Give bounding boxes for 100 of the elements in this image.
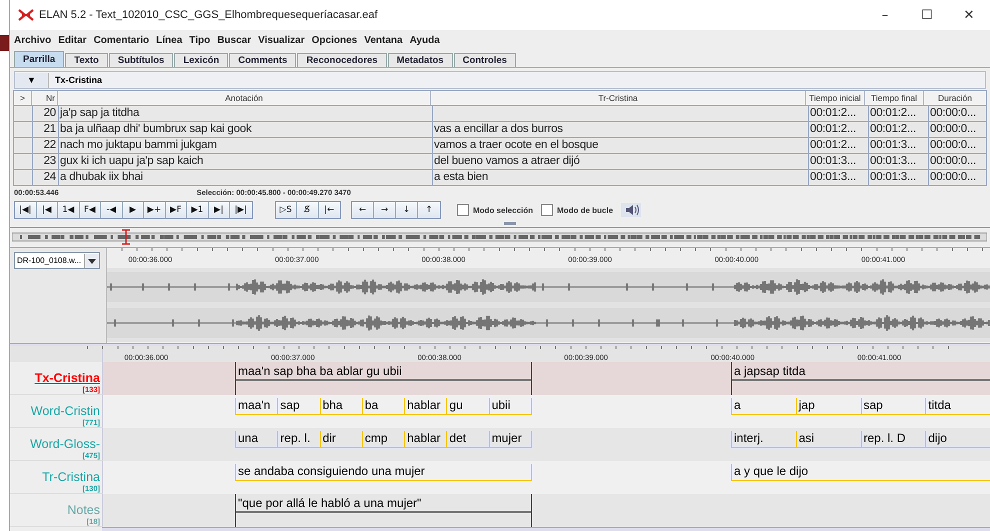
splitter-handle[interactable] — [504, 222, 516, 224]
desktop-edge — [0, 35, 9, 51]
annotation[interactable]: a y que le dijo — [731, 464, 990, 481]
checkbox-label: Modo de bucle — [557, 206, 614, 214]
table-cell: 00:01:3... — [809, 170, 869, 185]
column-header[interactable]: Tiempo final — [865, 91, 924, 105]
window-control-button[interactable]: – — [864, 8, 906, 22]
annotation[interactable]: jap — [796, 398, 860, 415]
navigation-button[interactable]: → — [374, 202, 396, 218]
table-cell: vamos a traer ocote en el bosque — [433, 138, 809, 153]
annotation[interactable]: gu — [446, 398, 489, 415]
table-cell: ba ja ulñaap dhi' bumbrux sap kai gook — [59, 122, 433, 137]
media-button[interactable]: ▶ — [122, 202, 144, 218]
menu-item[interactable]: Tipo — [189, 34, 210, 46]
annotation[interactable]: a — [731, 398, 796, 415]
annotation[interactable]: cmp — [362, 431, 404, 448]
tab[interactable]: Comments — [229, 53, 296, 67]
annotation[interactable]: una — [235, 431, 278, 448]
column-header[interactable]: Tr-Cristina — [431, 91, 806, 105]
menu-item[interactable]: Visualizar — [258, 34, 305, 46]
column-header[interactable]: Tiempo inicial — [806, 91, 865, 105]
checkbox-label: Modo selección — [473, 206, 534, 214]
table-cell: 00:01:3... — [869, 154, 929, 169]
navigation-button[interactable]: ← — [352, 202, 374, 218]
tab[interactable]: Metadatos — [388, 53, 453, 67]
table-cell: vas a encillar a dos burros — [433, 122, 809, 137]
annotation[interactable]: dir — [320, 431, 362, 448]
navigation-button[interactable]: ↑ — [418, 202, 440, 218]
table-cell: 20 — [33, 106, 59, 121]
media-button[interactable]: |◀ — [36, 202, 58, 218]
table-cell: 21 — [33, 122, 59, 137]
menu-item[interactable]: Buscar — [217, 34, 252, 46]
table-cell-text: 00:00:0... — [929, 170, 977, 185]
checkbox[interactable] — [457, 204, 469, 216]
media-button[interactable]: ▶+ — [144, 202, 166, 218]
annotation[interactable]: rep. l. — [277, 431, 320, 448]
tab[interactable]: Controles — [454, 53, 516, 67]
menu-item[interactable]: Editar — [58, 34, 87, 46]
table-cell: nach mo juktapu bammi jukgam — [59, 138, 433, 153]
annotation[interactable]: ba — [362, 398, 404, 415]
selection-button[interactable]: |← — [318, 202, 340, 218]
menu-item[interactable]: Línea — [156, 34, 182, 46]
media-button[interactable]: -◀ — [101, 202, 122, 218]
window-control-button[interactable]: ☐ — [906, 8, 948, 22]
window-control-button[interactable]: ✕ — [948, 8, 990, 22]
table-cell: a esta bien — [433, 170, 809, 185]
menu-item[interactable]: Archivo — [14, 34, 52, 46]
annotation[interactable]: rep. l. D — [860, 431, 926, 448]
annotation[interactable]: asi — [796, 431, 860, 448]
annotation[interactable]: ubii — [488, 398, 532, 415]
menu-item[interactable]: Ventana — [364, 34, 403, 46]
column-header[interactable]: > — [14, 91, 32, 105]
annotation[interactable]: interj. — [731, 431, 796, 448]
annotation[interactable]: hablar — [404, 431, 446, 448]
annotation[interactable]: sap — [860, 398, 926, 415]
tier-dropdown-button[interactable]: ▼ — [15, 72, 49, 88]
annotation[interactable]: det — [446, 431, 489, 448]
annotation[interactable]: "que por allá le habló a una mujer" — [236, 494, 531, 513]
column-header[interactable]: Anotación — [58, 91, 431, 105]
checkbox[interactable] — [541, 204, 554, 216]
media-button[interactable]: ▶1 — [187, 202, 208, 218]
media-button[interactable]: |▶| — [230, 202, 252, 218]
media-button[interactable]: ▶F — [166, 202, 187, 218]
table-cell: ja'p sap ja titdha — [59, 106, 433, 121]
annotation[interactable]: sap — [277, 398, 320, 415]
table-cell: 00:01:2... — [809, 138, 869, 153]
speaker-icon[interactable] — [621, 203, 642, 217]
menu-item[interactable]: Opciones — [312, 34, 358, 46]
menu-item[interactable]: Ayuda — [410, 34, 440, 46]
navigation-button[interactable]: ↓ — [396, 202, 418, 218]
annotation[interactable]: mujer — [488, 431, 532, 448]
annotation[interactable]: maa'n sap bha ba ablar gu ubii — [236, 362, 531, 381]
annotation[interactable]: a japsap titda — [732, 362, 990, 381]
column-header[interactable]: Nr — [32, 91, 58, 105]
selection-button[interactable]: ▷S — [276, 202, 297, 218]
table-cell: 00:01:3... — [809, 154, 869, 169]
selection-button[interactable]: S̸ — [297, 202, 318, 218]
tab[interactable]: Parrilla — [14, 51, 64, 67]
column-header[interactable]: Duración — [924, 91, 986, 105]
tab[interactable]: Reconocedores — [297, 53, 387, 67]
media-file-dropdown[interactable]: DR-100_0108.w... — [14, 252, 100, 269]
table-cell: 00:01:3... — [869, 138, 929, 153]
annotation[interactable]: se andaba consiguiendo una mujer — [235, 464, 532, 481]
media-button[interactable]: |◀| — [15, 202, 36, 218]
media-button[interactable]: 1◀ — [58, 202, 80, 218]
annotation[interactable]: titda — [925, 398, 990, 415]
annotation[interactable]: maa'n — [235, 398, 278, 415]
horizontal-scrollbar[interactable] — [102, 527, 990, 531]
tab[interactable]: Texto — [65, 53, 108, 67]
tab[interactable]: Lexicón — [174, 53, 228, 67]
media-button[interactable]: ▶| — [208, 202, 230, 218]
table-cell-text: 00:00:0... — [929, 138, 977, 153]
annotation[interactable]: dijo — [925, 431, 990, 448]
annotation[interactable]: bha — [320, 398, 362, 415]
app-logo-icon — [18, 9, 34, 21]
media-button[interactable]: F◀ — [80, 202, 101, 218]
caret-icon — [84, 254, 99, 268]
menu-item[interactable]: Comentario — [94, 34, 150, 46]
tab[interactable]: Subtítulos — [108, 53, 174, 67]
annotation[interactable]: hablar — [404, 398, 446, 415]
